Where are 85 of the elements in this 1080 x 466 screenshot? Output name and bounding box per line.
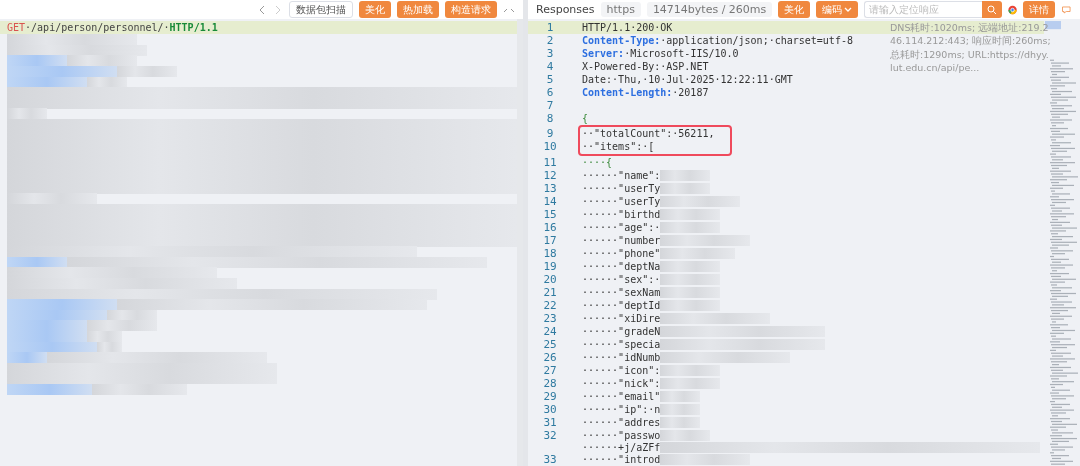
line-number: 28 [542,376,558,390]
code-line: ······"idNumb [582,351,661,363]
code-line: ······"icon": [582,364,661,376]
line-number: 12 [542,168,558,182]
line-number: 17 [542,233,558,247]
line-number: 11 [542,155,558,169]
code-line: ······"introd [582,454,661,465]
code-line: ······"deptId [582,299,661,311]
line-number: 15 [542,207,558,221]
line-number: 32 [542,428,558,442]
code-line: Date:·Thu,·10·Jul·2025·12:22:11·GMT [582,74,793,85]
line-number: 30 [542,402,558,416]
line-number: 8 [545,112,555,125]
line-number: 29 [542,389,558,403]
line-number: 22 [542,298,558,312]
line-number: 26 [542,350,558,364]
code-line: Content-Length:·20187 [582,87,709,98]
line-number: 6 [545,86,555,99]
toolbar-button[interactable]: 数据包扫描 [289,1,353,18]
search-button[interactable] [982,1,1003,18]
line-number: 16 [542,220,558,234]
response-info: lut.edu.cn/api/pe... [890,60,980,75]
code-line: ····{ [582,156,613,168]
code-line: Server:·Microsoft-IIS/10.0 [582,48,739,59]
line-number: 18 [542,246,558,260]
toolbar-button[interactable]: 构造请求 [445,1,497,18]
line-number: 21 [542,285,558,299]
response-info: DNS耗时:1020ms; 远端地址:219.2 [890,21,1049,35]
line-number: 25 [542,337,558,351]
browser-icon[interactable] [1008,3,1018,16]
code-line: ······"passwo [582,429,661,441]
code-line: ······"sexNam [582,286,661,298]
toolbar-button[interactable]: 美化 [778,1,811,18]
code-line: ······"userTy [582,182,661,194]
code-line: ······"name": [582,169,661,181]
line-number: 33 [542,453,558,466]
code-line: ······"email" [582,390,661,402]
protocol-tag: https [600,2,641,17]
line-number: 14 [542,194,558,208]
code-line: ······"xiDire [582,312,661,324]
line-number: 20 [542,272,558,286]
line-number: 4 [545,60,555,73]
toolbar-button[interactable]: 美化 [359,1,391,18]
comment-icon[interactable] [1061,3,1072,16]
code-line: ······"number [582,234,661,246]
code-line: ······"ip":·n [582,403,661,415]
code-line: Content-Type:·application/json;·charset=utf-8 [582,35,853,46]
code-line: ······+j/aZFf [582,441,661,453]
line-number: 10 [542,140,558,154]
code-line: ······"sex":· [582,273,661,285]
panel-title: Responses [536,3,595,16]
code-line: ··"totalCount":·56211, [582,128,715,140]
code-line: ··"items":·[ [582,141,655,153]
search-icon [987,4,998,15]
line-number: 23 [542,311,558,325]
code-line: HTTP/1.1·200·OK [582,22,673,33]
details-button[interactable]: 详情 [1023,1,1056,18]
code-line: ······"age":· [582,221,661,233]
line-number: 5 [545,73,555,86]
code-line: ······"userTy [582,195,661,207]
toolbar-button[interactable]: 热加载 [397,1,439,18]
line-number: 31 [542,415,558,429]
code-line: ······"specia [582,338,661,350]
code-line: ······"deptNa [582,260,661,272]
line-number: 9 [545,127,555,141]
line-number: 3 [545,47,555,60]
line-number: 13 [542,181,558,195]
code-line: ······"phone" [582,247,661,259]
line-number: 19 [542,259,558,273]
line-number: 27 [542,363,558,377]
caret-icon [844,6,853,13]
line-number: 24 [542,324,558,338]
line-number: 2 [545,34,555,47]
code-line: X-Powered-By:·ASP.NET [582,61,709,72]
line-number: 7 [545,99,555,112]
code-line: ······"addres [582,416,661,428]
code-line: ······"birthd [582,208,661,220]
toolbar-button[interactable]: 编码 [816,1,859,18]
response-info: 46.114.212:443; 响应时间:260ms; [890,34,1051,48]
response-info: 总耗时:1290ms; URL:https://dhyy. [890,47,1049,61]
line-number: 1 [545,21,555,34]
response-size: 14714bytes / 260ms [646,2,773,17]
code-line: { [582,113,589,124]
code-line: ······"gradeN [582,325,661,337]
code-line: ······"nick": [582,377,661,389]
